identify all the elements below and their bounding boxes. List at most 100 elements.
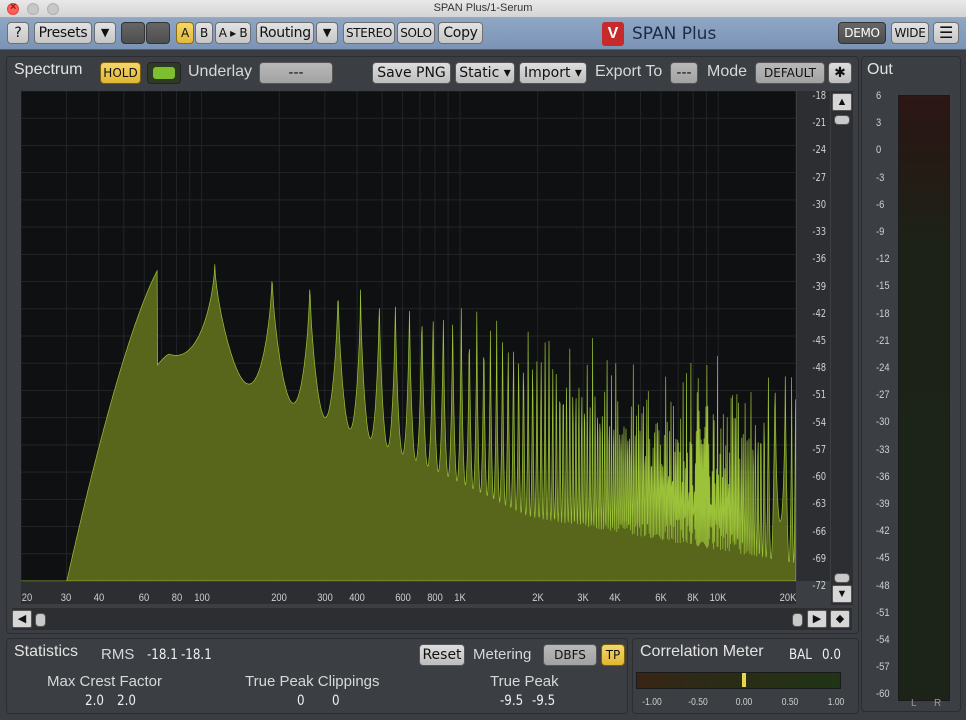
metering-select[interactable]: DBFS [543,644,597,666]
presets-dropdown-button[interactable]: ▼ [94,22,116,44]
true-peak-clippings-title: True Peak Clippings [245,673,380,690]
frequency-tick-label: 8K [687,592,699,604]
reset-button[interactable]: Reset [419,644,465,666]
tab-out[interactable]: Out [867,61,893,79]
tab-statistics[interactable]: Statistics [14,643,78,661]
wide-button[interactable]: WIDE [891,22,929,44]
true-peak-toggle[interactable]: TP [601,644,625,666]
routing-button[interactable]: Routing [256,22,314,44]
metering-label: Metering [473,646,532,663]
presets-button[interactable]: Presets [34,22,92,44]
scroll-up-arrow-icon[interactable]: ▲ [832,93,852,111]
demo-button[interactable]: DEMO [838,22,886,44]
db-tick-label: -33 [812,225,826,239]
hold-toggle[interactable] [147,62,181,84]
scroll-right-arrow-icon[interactable]: ▶ [807,610,827,628]
db-tick-label: -24 [812,143,826,157]
export-select[interactable]: --- [670,62,698,84]
out-tick-label: -3 [876,171,885,184]
undo-button[interactable] [121,22,145,44]
copy-button[interactable]: Copy [438,22,483,44]
out-tick-label: -27 [876,389,890,402]
underlay-label: Underlay [188,63,253,80]
out-tick-label: -6 [876,198,885,211]
save-png-button[interactable]: Save PNG [372,62,451,84]
db-tick-label: -72 [812,579,826,592]
frequency-tick-label: 4K [609,592,622,604]
solo-button[interactable]: SOLO [397,22,435,44]
peak-left-value: -9.5 [500,693,524,709]
db-tick-label: -60 [812,470,826,484]
scroll-down-arrow-icon[interactable]: ▼ [832,585,852,603]
out-tick-label: 6 [876,90,882,102]
spectrum-graph [20,90,797,582]
spectrum-plot[interactable] [20,90,797,582]
out-tick-label: -48 [876,579,890,592]
frequency-tick-label: 40 [93,592,104,604]
crest-right-value: 2.0 [117,693,136,709]
db-range-top-handle[interactable] [834,115,850,125]
meter-right-label: R [934,698,942,709]
plugin-toolbar: ? Presets ▼ A B A ▸ B Routing ▼ STEREO S… [0,18,966,50]
freq-range-right-handle[interactable] [792,613,803,627]
tab-correlation-meter[interactable]: Correlation Meter [640,643,764,661]
clip-left-value: 0 [297,693,305,709]
out-tick-label: -15 [876,280,890,293]
horizontal-scrollbar[interactable]: ◀ ▶ ◆ [12,608,852,630]
rms-left-value: -18.1 [147,647,178,663]
correlation-tick-label: -0.50 [688,697,708,708]
meter-left-label: L [911,698,917,709]
out-tick-label: -21 [876,334,890,347]
correlation-bar [636,672,841,689]
mode-select[interactable]: DEFAULT [755,62,825,84]
db-tick-label: -36 [812,252,826,266]
menu-icon[interactable]: ☰ [933,22,959,44]
help-button[interactable]: ? [7,22,29,44]
span-logo-icon: V [602,22,624,46]
settings-gear-icon[interactable]: ✱ [828,62,852,84]
scroll-left-arrow-icon[interactable]: ◀ [12,610,32,628]
out-tick-label: -36 [876,470,890,483]
out-tick-label: -24 [876,362,890,374]
frequency-tick-label: 2K [531,592,544,604]
correlation-indicator [742,673,746,687]
correlation-tick-label: 0.00 [735,697,753,708]
db-tick-label: -54 [812,415,826,429]
mode-label: Mode [707,63,748,80]
window-title: SPAN Plus/1-Serum [433,2,533,14]
freq-range-left-handle[interactable] [35,613,46,627]
db-tick-label: -63 [812,497,826,511]
static-dropdown[interactable]: Static ▾ [455,62,515,84]
frequency-tick-label: 80 [171,592,182,604]
stereo-button[interactable]: STEREO [343,22,395,44]
out-tick-label: -42 [876,525,890,538]
db-tick-label: -30 [812,197,826,211]
out-tick-label: -9 [876,226,885,238]
balance-label: BAL [789,647,812,663]
preset-b-button[interactable]: B [195,22,213,44]
db-tick-label: -18 [812,89,826,102]
underlay-select[interactable]: --- [259,62,333,84]
preset-a-button[interactable]: A [176,22,194,44]
import-dropdown[interactable]: Import ▾ [519,62,587,84]
frequency-tick-label: 1K [454,592,466,604]
db-range-bottom-handle[interactable] [834,573,850,583]
vertical-scrollbar[interactable]: ▲ ▼ [831,91,853,605]
correlation-tick-label: 0.50 [781,697,799,708]
balance-value: 0.0 [822,647,841,663]
hold-button[interactable]: HOLD [100,62,141,84]
out-tick-label: -54 [876,634,890,646]
zoom-reset-diamond-icon[interactable]: ◆ [830,610,850,628]
redo-button[interactable] [146,22,170,44]
routing-dropdown-button[interactable]: ▼ [316,22,338,44]
tab-spectrum[interactable]: Spectrum [14,61,82,79]
frequency-tick-label: 30 [61,592,72,604]
spectrum-curve [21,264,797,582]
db-tick-label: -69 [812,551,826,565]
true-peak-title: True Peak [490,673,559,690]
db-tick-label: -27 [812,170,826,184]
copy-a-to-b-button[interactable]: A ▸ B [215,22,251,44]
out-tick-label: -39 [876,498,890,510]
out-tick-label: -33 [876,443,890,456]
brand-name: SPAN Plus [632,24,717,44]
